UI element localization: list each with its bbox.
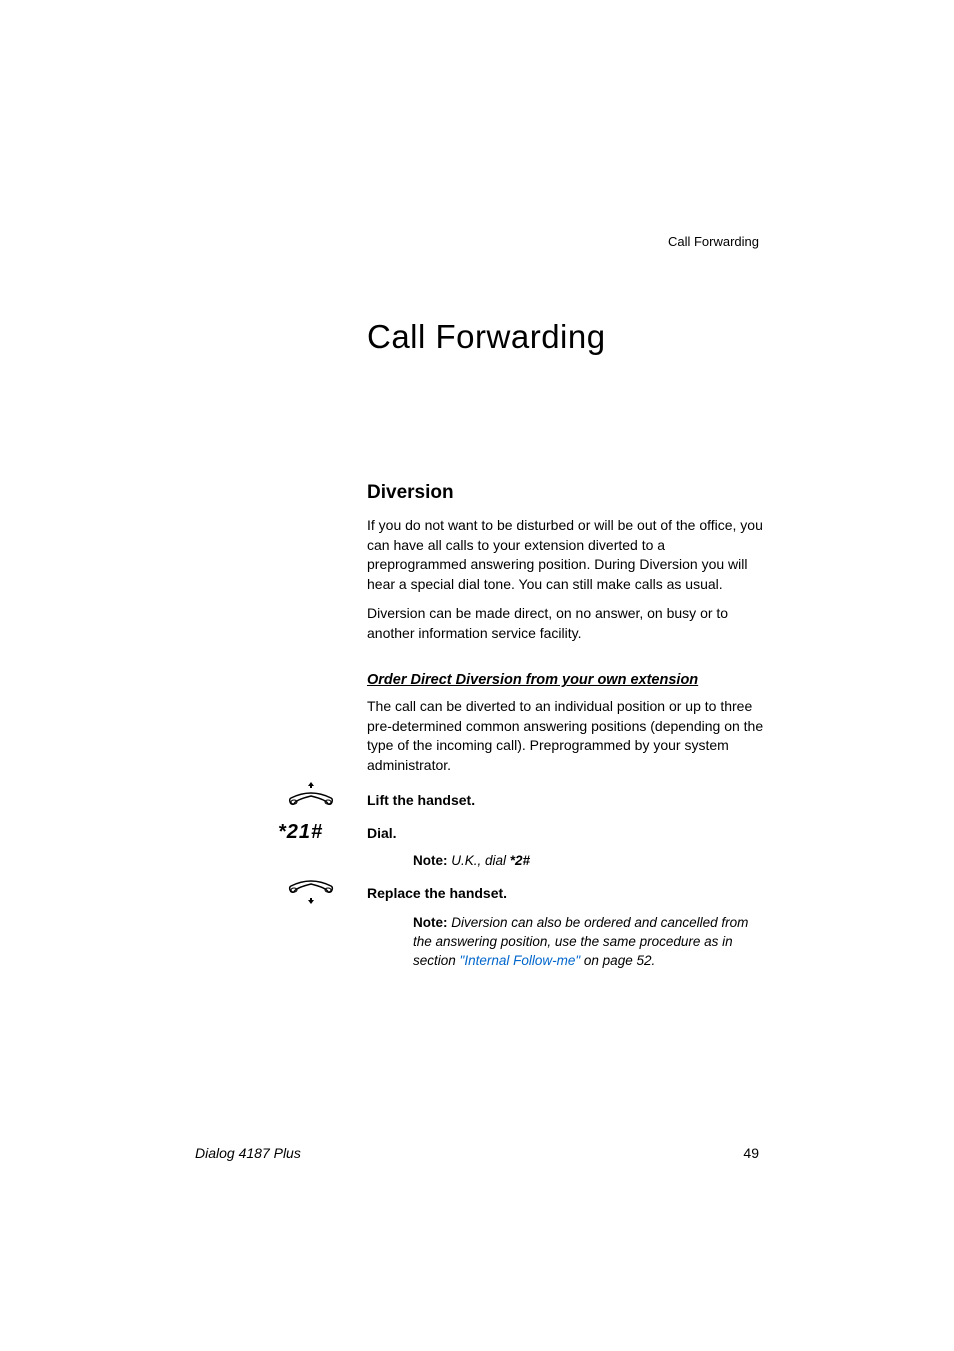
note-text: Note: Diversion can also be ordered and …	[413, 914, 758, 971]
note-text: Note: U.K., dial *2#	[413, 853, 530, 868]
body-paragraph: If you do not want to be disturbed or wi…	[367, 516, 767, 594]
section-title: Diversion	[367, 482, 454, 504]
dial-code: *21#	[278, 821, 323, 844]
subsection-title: Order Direct Diversion from your own ext…	[367, 672, 698, 688]
step-label: Lift the handset.	[367, 792, 475, 808]
header-breadcrumb: Call Forwarding	[668, 234, 759, 249]
body-paragraph: The call can be diverted to an individua…	[367, 697, 767, 775]
footer-product-name: Dialog 4187 Plus	[195, 1145, 301, 1161]
step-label: Replace the handset.	[367, 885, 507, 901]
note-body: on page 52.	[580, 953, 655, 968]
note-body: U.K., dial	[448, 853, 510, 868]
handset-replace-icon	[285, 878, 337, 906]
body-paragraph: Diversion can be made direct, on no answ…	[367, 604, 767, 643]
footer-page-number: 49	[743, 1145, 759, 1161]
note-label: Note:	[413, 915, 448, 930]
note-code: *2#	[510, 853, 530, 868]
page-container: Call Forwarding Call Forwarding Diversio…	[0, 0, 954, 1351]
page-title: Call Forwarding	[367, 318, 606, 356]
note-label: Note:	[413, 853, 448, 868]
handset-lift-icon	[285, 780, 337, 808]
cross-reference-link[interactable]: "Internal Follow-me"	[460, 953, 581, 968]
step-label: Dial.	[367, 825, 397, 841]
